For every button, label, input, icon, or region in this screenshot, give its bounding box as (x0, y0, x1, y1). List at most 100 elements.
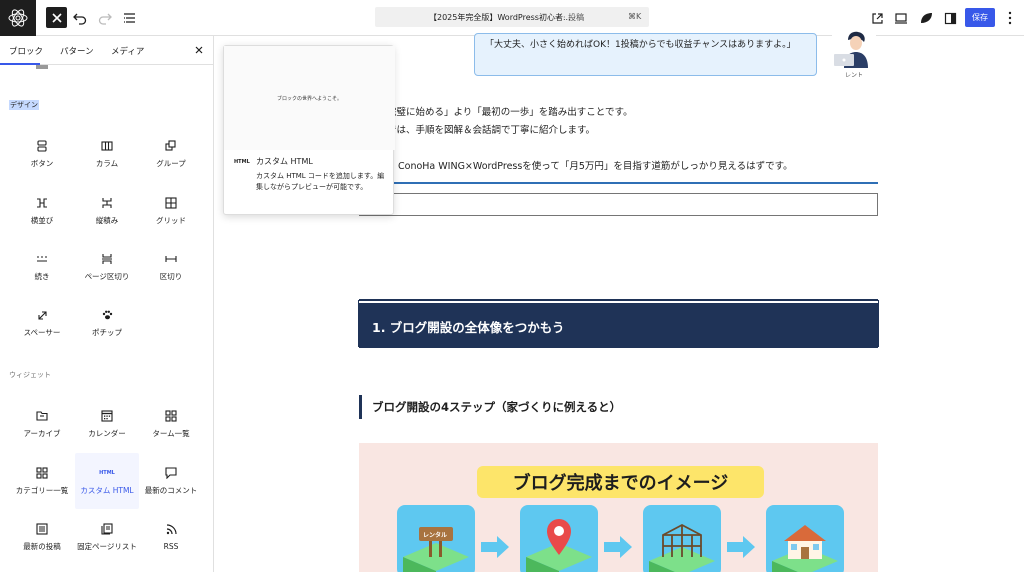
empty-block-placeholder[interactable]: ック (359, 193, 878, 216)
block-separator[interactable]: 区切り (139, 239, 203, 295)
external-link-icon (871, 12, 883, 24)
leaf-icon (921, 13, 932, 23)
paw-icon (102, 310, 112, 320)
html-icon: HTML (99, 470, 115, 476)
block-button[interactable]: ボタン (10, 126, 74, 182)
paragraph-1[interactable]: は「完璧に始める」より「最初の一歩」を踏み出すことです。 (368, 104, 633, 118)
post-type-label: · 投稿 (563, 13, 585, 22)
columns-icon (101, 141, 113, 151)
paragraph-3[interactable]: ConoHa WING×WordPressを使って「月5万円」を目指す道筋がしっ… (398, 158, 793, 172)
preview-title: カスタム HTML (256, 157, 313, 166)
house-icon (772, 525, 838, 572)
block-spacer[interactable]: スペーサー (10, 295, 74, 351)
speech-bubble[interactable]: 「大丈夫、小さく始めればOK！1投稿からでも収益チャンスはありますよ。」 (474, 33, 817, 76)
jetpack-button[interactable] (914, 6, 938, 30)
block-label: カレンダー (88, 429, 126, 438)
preview-description: カスタム HTML コードを追加します。編集しながらプレビューが可能です。 (256, 172, 385, 191)
close-inserter-panel-button[interactable] (192, 43, 206, 57)
category-widget: ウィジェット (9, 371, 51, 379)
block-archives[interactable]: アーカイブ (10, 396, 74, 452)
active-tab-indicator (0, 63, 40, 65)
options-button[interactable] (998, 6, 1022, 30)
block-grid[interactable]: グリッド (139, 183, 203, 239)
block-label: ターム一覧 (152, 429, 190, 438)
block-label: ページ区切り (84, 272, 130, 281)
clipped-icon (36, 65, 48, 69)
wordpress-logo-button[interactable] (0, 0, 36, 36)
preview-area: ブロックの世界へようこそ。 (224, 46, 395, 150)
block-term-list[interactable]: ターム一覧 (139, 396, 203, 452)
sidebar-toggle-icon (944, 12, 956, 24)
block-row[interactable]: 横並び (10, 183, 74, 239)
avatar-illustration-icon (832, 28, 876, 68)
block-label: 区切り (159, 272, 183, 281)
command-palette-title[interactable]: 【2025年完全版】WordPress初心者... · 投稿 ⌘K (375, 7, 649, 27)
rss-icon (166, 523, 177, 534)
tab-patterns[interactable]: パターン (60, 45, 94, 57)
tab-blocks[interactable]: ブロック (9, 45, 43, 57)
block-label: 最新の投稿 (23, 542, 61, 551)
block-columns[interactable]: カラム (75, 126, 139, 182)
save-button[interactable]: 保存 (965, 8, 995, 27)
close-icon (195, 46, 203, 54)
block-pochipp[interactable]: ポチップ (75, 295, 139, 351)
block-label: 縦積み (95, 216, 119, 225)
block-page-break[interactable]: ページ区切り (75, 239, 139, 295)
heading-h2[interactable]: 1. ブログ開設の全体像をつかもう (358, 300, 879, 347)
block-label: RSS (163, 542, 179, 551)
block-categories[interactable]: カテゴリー一覧 (10, 453, 74, 509)
block-label: ボタン (30, 159, 54, 168)
preview-text: ブロックの世界へようこそ。 (276, 95, 342, 102)
tab-media[interactable]: メディア (111, 45, 144, 57)
block-label: ポチップ (92, 328, 122, 337)
image-block[interactable]: ブログ完成までのイメージ レンタル (359, 443, 878, 572)
block-more[interactable]: 続き (10, 239, 74, 295)
sign-label: レンタル (423, 532, 448, 539)
block-calendar[interactable]: カレンダー (75, 396, 139, 452)
spacer-icon (37, 310, 47, 320)
block-rss[interactable]: RSS (139, 509, 203, 565)
post-list-icon (36, 523, 48, 535)
page-break-icon (102, 254, 112, 264)
site-icon (8, 9, 28, 27)
block-label: スペーサー (23, 328, 61, 337)
comment-icon (165, 467, 177, 479)
pages-icon (101, 523, 113, 535)
categories-icon (36, 467, 48, 479)
block-label: カテゴリー一覧 (15, 486, 69, 495)
paragraph-2[interactable]: の章では、手順を図解＆会話調で丁寧に紹介します。 (368, 122, 595, 136)
buttons-icon (37, 140, 47, 152)
post-title: 【2025年完全版】WordPress初心者... (429, 13, 571, 22)
avatar-name: レント (845, 72, 864, 79)
html-icon: HTML (234, 159, 250, 165)
close-icon (51, 12, 62, 23)
block-latest-posts[interactable]: 最新の投稿 (10, 509, 74, 565)
terms-icon (165, 410, 177, 422)
settings-sidebar-button[interactable] (938, 6, 962, 30)
block-custom-html[interactable]: HTML カスタム HTML (75, 453, 139, 509)
view-post-button[interactable] (865, 6, 889, 30)
block-page-list[interactable]: 固定ページリスト (75, 509, 139, 565)
more-vertical-icon (1008, 11, 1012, 25)
block-group[interactable]: グループ (139, 126, 203, 182)
heading-h3[interactable]: ブログ開設の4ステップ（家づくりに例えると） (359, 395, 621, 419)
document-overview-button[interactable] (118, 6, 142, 30)
block-label: 横並び (30, 216, 54, 225)
map-pin-icon (526, 519, 592, 572)
undo-button[interactable] (68, 6, 92, 30)
block-inserter-panel: ブロック パターン メディア デザイン ボタン カラム グループ 横並び 縦積み… (0, 36, 214, 572)
illustration-title: ブログ完成までのイメージ (477, 466, 764, 498)
close-inserter-button[interactable] (46, 7, 67, 28)
archive-folder-icon (36, 411, 48, 421)
redo-button[interactable] (93, 6, 117, 30)
block-latest-comments[interactable]: 最新のコメント (139, 453, 203, 509)
block-label: 最新のコメント (144, 486, 198, 495)
preview-button[interactable] (889, 6, 913, 30)
group-icon (165, 140, 176, 151)
calendar-icon (101, 410, 113, 422)
arrow-right-icon (727, 536, 755, 558)
list-view-icon (124, 13, 135, 23)
step-tile-frame (643, 505, 721, 572)
block-label: カスタム HTML (80, 486, 134, 495)
block-stack[interactable]: 縦積み (75, 183, 139, 239)
